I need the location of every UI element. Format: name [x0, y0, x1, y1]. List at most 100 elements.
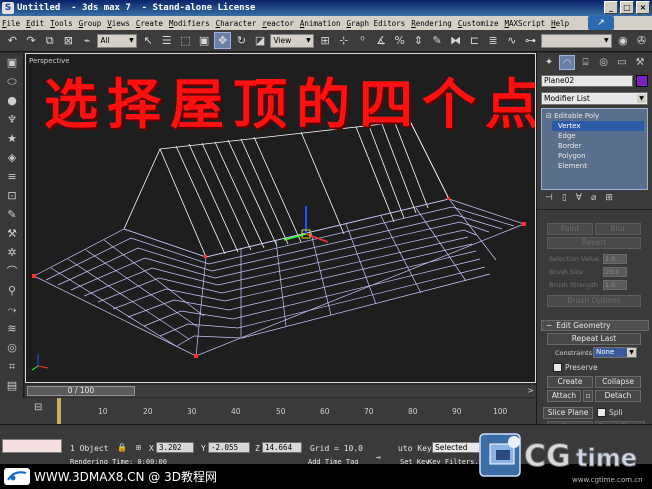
bones-icon[interactable]: ⚲: [3, 283, 21, 299]
display-tab-icon[interactable]: ▭: [614, 55, 630, 70]
tools-icon[interactable]: ⚒: [3, 226, 21, 242]
select-object-icon[interactable]: ↖: [140, 32, 157, 49]
effects-icon[interactable]: ✲: [3, 245, 21, 261]
absolute-mode-icon[interactable]: ⊞: [136, 443, 141, 452]
percent-snap-icon[interactable]: %: [391, 32, 408, 49]
pivot-center-icon[interactable]: ⊞: [317, 32, 334, 49]
mirror-icon[interactable]: ⧓: [447, 32, 464, 49]
selection-filter-dropdown[interactable]: All ▼: [97, 33, 137, 48]
brush-options-button[interactable]: Brush Options: [547, 295, 641, 307]
remove-modifier-icon[interactable]: ⌀: [591, 193, 596, 203]
create-star-icon[interactable]: ★: [3, 131, 21, 147]
utilities-tab-icon[interactable]: ⚒: [632, 55, 648, 70]
angle-snap-icon[interactable]: ∡: [373, 32, 390, 49]
menu-rendering[interactable]: Rendering: [411, 19, 452, 28]
menu-file[interactable]: File: [2, 19, 20, 28]
object-color-swatch[interactable]: [636, 75, 648, 87]
align-icon[interactable]: ⊏: [466, 32, 483, 49]
bind-spacewarp-icon[interactable]: ⌁: [79, 32, 96, 49]
object-name-field[interactable]: Plane02: [541, 75, 633, 87]
modifier-list-dropdown[interactable]: Modifier List ▼: [541, 92, 648, 105]
menu-character[interactable]: Character: [216, 19, 257, 28]
make-unique-icon[interactable]: ∀: [576, 193, 582, 203]
stack-item-vertex[interactable]: Vertex: [552, 121, 644, 131]
y-coordinate-field[interactable]: -2.055: [208, 442, 250, 453]
select-and-move-icon[interactable]: ✥: [214, 32, 232, 49]
select-link-icon[interactable]: ⧉: [41, 32, 58, 49]
create-sphere-icon[interactable]: ●: [3, 93, 21, 109]
spinner-snap-icon[interactable]: ⇕: [410, 32, 427, 49]
schematic-view-icon[interactable]: ⊶: [522, 32, 539, 49]
lock-selection-icon[interactable]: 🔒: [117, 443, 127, 452]
create-button[interactable]: Create: [547, 376, 593, 388]
menu-maxscript[interactable]: MAXScript: [504, 19, 545, 28]
collapse-button[interactable]: Collapse: [595, 376, 641, 388]
repeat-last-button[interactable]: Repeat Last: [547, 333, 641, 345]
rectangular-selection-icon[interactable]: ⬚: [177, 32, 194, 49]
close-button[interactable]: ×: [636, 1, 650, 14]
hierarchy-tab-icon[interactable]: ⌸: [577, 55, 593, 70]
current-frame-marker[interactable]: [57, 398, 61, 424]
redo-icon[interactable]: ↷: [23, 32, 40, 49]
z-coordinate-field[interactable]: 14.664: [262, 442, 302, 453]
menu-create[interactable]: Create: [136, 19, 163, 28]
undo-icon[interactable]: ↶: [4, 32, 21, 49]
named-selection-field[interactable]: ▼: [540, 33, 612, 48]
auto-key-button[interactable]: uto Key: [398, 444, 432, 453]
select-and-scale-icon[interactable]: ◪: [252, 32, 269, 49]
menu-tools[interactable]: Tools: [50, 19, 73, 28]
brush-strength-spinner[interactable]: 1.0: [603, 280, 627, 290]
slice-plane-button[interactable]: Slice Plane: [543, 407, 593, 419]
stack-item-polygon[interactable]: Polygon: [542, 151, 647, 161]
attach-button[interactable]: Attach: [547, 390, 581, 402]
brush-size-spinner[interactable]: 20.0: [603, 267, 627, 277]
unlink-icon[interactable]: ⊠: [60, 32, 77, 49]
paint-button[interactable]: Paint: [547, 223, 593, 235]
perspective-viewport[interactable]: Perspective 选择屋顶的四个点: [25, 53, 536, 383]
motion-tab-icon[interactable]: ◎: [596, 55, 612, 70]
menu-modifiers[interactable]: Modifiers: [169, 19, 210, 28]
revert-button[interactable]: Revert: [547, 237, 641, 249]
select-and-rotate-icon[interactable]: ↻: [233, 32, 250, 49]
configure-sets-icon[interactable]: ⊞: [605, 193, 613, 203]
modifier-stack[interactable]: ⊟ Editable Poly Vertex Edge Border Polyg…: [541, 108, 648, 190]
selection-value-spinner[interactable]: 1.0: [603, 254, 627, 264]
menu-edit[interactable]: Edit: [26, 19, 44, 28]
create-light-icon[interactable]: ♆: [3, 112, 21, 128]
attach-settings-button[interactable]: ▫: [583, 390, 593, 402]
menu-animation[interactable]: Animation: [300, 19, 341, 28]
window-crossing-icon[interactable]: ▣: [196, 32, 213, 49]
menu-customize[interactable]: Customize: [458, 19, 499, 28]
pin-stack-icon[interactable]: ⊣: [545, 193, 553, 203]
menu-group[interactable]: Group: [79, 19, 102, 28]
reference-coord-dropdown[interactable]: View ▼: [270, 33, 314, 48]
curve-editor-icon[interactable]: ∿: [503, 32, 520, 49]
wave-icon[interactable]: ≋: [3, 321, 21, 337]
blur-button[interactable]: Blur: [595, 223, 641, 235]
app-icon[interactable]: S: [2, 2, 14, 14]
stack-item-border[interactable]: Border: [542, 141, 647, 151]
modify-tab-icon[interactable]: ◠: [559, 55, 576, 70]
minimize-button[interactable]: _: [604, 1, 618, 14]
detach-button[interactable]: Detach: [595, 390, 641, 402]
named-selection-icon[interactable]: ✎: [429, 32, 446, 49]
maxscript-listener-field[interactable]: [2, 439, 62, 453]
menu-graph-editors[interactable]: Graph Editors: [346, 19, 405, 28]
create-box-icon[interactable]: ▣: [3, 55, 21, 71]
x-coordinate-field[interactable]: 3.202: [156, 442, 194, 453]
track-bar[interactable]: ⊟ 10 20 30 40 50 60 70 80 90 100: [0, 398, 536, 424]
stack-item-element[interactable]: Element: [542, 161, 647, 171]
render-scene-icon[interactable]: ✇: [633, 32, 650, 49]
key-icon[interactable]: ⊸: [376, 453, 381, 462]
next-frame-icon[interactable]: >: [527, 386, 534, 395]
ripple-icon[interactable]: ◎: [3, 340, 21, 356]
loft-icon[interactable]: ⌒: [3, 264, 21, 280]
split-checkbox[interactable]: [597, 408, 606, 417]
select-by-name-icon[interactable]: ☰: [158, 32, 175, 49]
time-slider[interactable]: 0 / 100 >: [25, 385, 536, 397]
snap-toggle-icon[interactable]: ⁰: [354, 32, 371, 49]
show-end-result-icon[interactable]: ▯: [562, 193, 567, 203]
create-tube-icon[interactable]: ⊡: [3, 188, 21, 204]
time-slider-thumb[interactable]: 0 / 100: [27, 386, 135, 396]
edit-geometry-rollout[interactable]: − Edit Geometry: [541, 320, 649, 331]
